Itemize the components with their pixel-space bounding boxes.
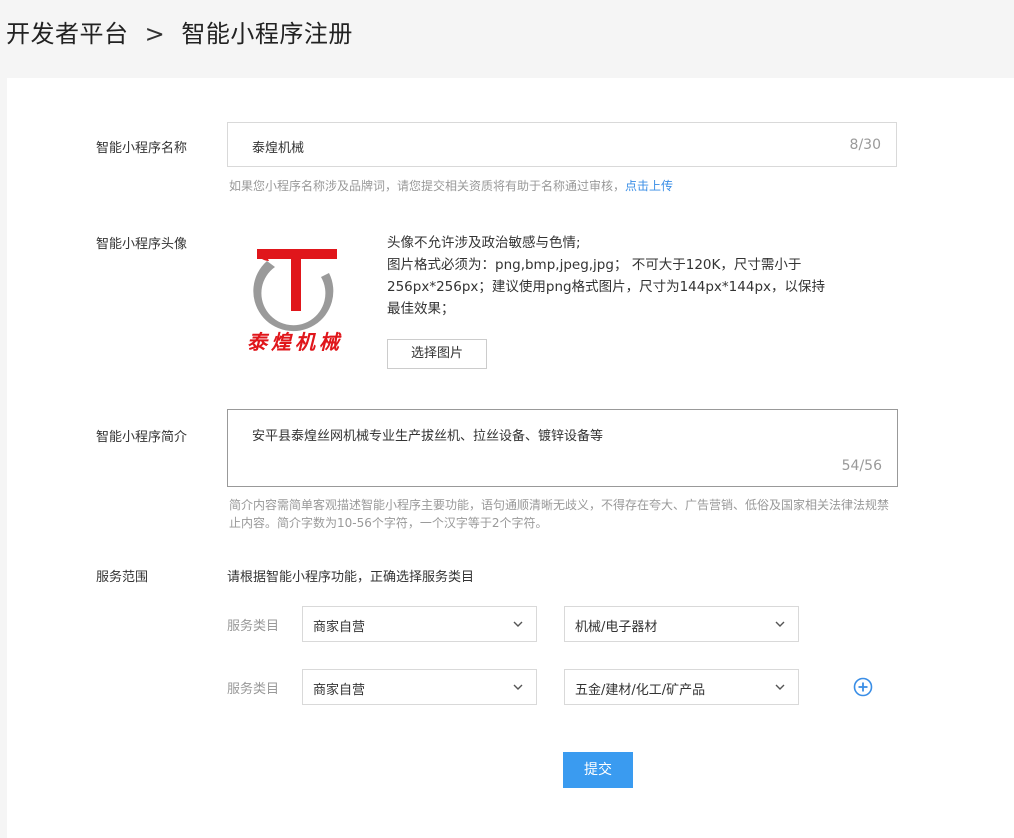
primary-category-select[interactable]: 商家自营 [302, 669, 537, 705]
intro-hint-line: 简介内容需简单客观描述智能小程序主要功能，语句通顺清晰无歧义，不得存在夸大、广告… [229, 498, 890, 512]
secondary-category-select[interactable]: 机械/电子器材 [564, 606, 799, 642]
intro-textarea[interactable]: 安平县泰煌丝网机械专业生产拔丝机、拉丝设备、镀锌设备等 54/56 [227, 409, 898, 487]
intro-hint: 简介内容需简单客观描述智能小程序主要功能，语句通顺清晰无歧义，不得存在夸大、广告… [229, 496, 909, 532]
intro-textarea-value[interactable]: 安平县泰煌丝网机械专业生产拔丝机、拉丝设备、镀锌设备等 [252, 425, 603, 444]
chevron-down-icon [775, 684, 785, 690]
add-category-icon[interactable] [853, 677, 873, 697]
name-input-value[interactable]: 泰煌机械 [252, 137, 304, 156]
name-hint-text: 如果您小程序名称涉及品牌词，请您提交相关资质将有助于名称通过审核， [229, 179, 626, 193]
service-scope-tip: 请根据智能小程序功能，正确选择服务类目 [227, 570, 475, 585]
intro-hint-line: 止内容。简介字数为10-56个字符，一个汉字等于2个字符。 [229, 516, 548, 530]
name-input[interactable]: 泰煌机械 8/30 [227, 122, 897, 167]
avatar-preview: 泰煌机械 [237, 231, 357, 359]
primary-category-value: 商家自营 [313, 683, 366, 698]
breadcrumb: 开发者平台 > 智能小程序注册 [6, 14, 353, 49]
avatar-req-line: 256px*256px；建议使用png格式图片，尺寸为144px*144px，以… [387, 279, 825, 295]
primary-category-select[interactable]: 商家自营 [302, 606, 537, 642]
service-scope-label: 服务范围 [96, 570, 149, 585]
chevron-down-icon [775, 621, 785, 627]
avatar-req-line: 最佳效果； [387, 301, 455, 317]
choose-image-button[interactable]: 选择图片 [387, 339, 487, 369]
service-category-label: 服务类目 [227, 682, 280, 697]
name-hint: 如果您小程序名称涉及品牌词，请您提交相关资质将有助于名称通过审核，点击上传 [229, 177, 673, 195]
secondary-category-value: 五金/建材/化工/矿产品 [575, 683, 706, 698]
upload-qualification-link[interactable]: 点击上传 [625, 179, 673, 193]
primary-category-value: 商家自营 [313, 620, 366, 635]
secondary-category-value: 机械/电子器材 [575, 620, 658, 635]
chevron-down-icon [513, 621, 523, 627]
submit-button[interactable]: 提交 [563, 752, 633, 788]
avatar-req-line: 头像不允许涉及政治敏感与色情; [387, 235, 581, 251]
name-label: 智能小程序名称 [96, 141, 188, 156]
avatar-label: 智能小程序头像 [96, 237, 188, 252]
logo-text: 泰煌机械 [247, 330, 343, 354]
avatar-requirements: 头像不允许涉及政治敏感与色情; 图片格式必须为：png,bmp,jpeg,jpg… [387, 232, 837, 320]
avatar-req-line: 图片格式必须为：png,bmp,jpeg,jpg； 不可大于120K，尺寸需小于 [387, 257, 802, 273]
intro-char-counter: 54/56 [841, 458, 882, 474]
name-char-counter: 8/30 [849, 137, 881, 153]
page-title: 智能小程序注册 [181, 20, 353, 48]
breadcrumb-root[interactable]: 开发者平台 [6, 20, 129, 48]
breadcrumb-separator: > [144, 20, 166, 48]
intro-label: 智能小程序简介 [96, 430, 188, 445]
service-category-label: 服务类目 [227, 619, 280, 634]
secondary-category-select[interactable]: 五金/建材/化工/矿产品 [564, 669, 799, 705]
chevron-down-icon [513, 684, 523, 690]
company-logo: 泰煌机械 [247, 249, 343, 354]
